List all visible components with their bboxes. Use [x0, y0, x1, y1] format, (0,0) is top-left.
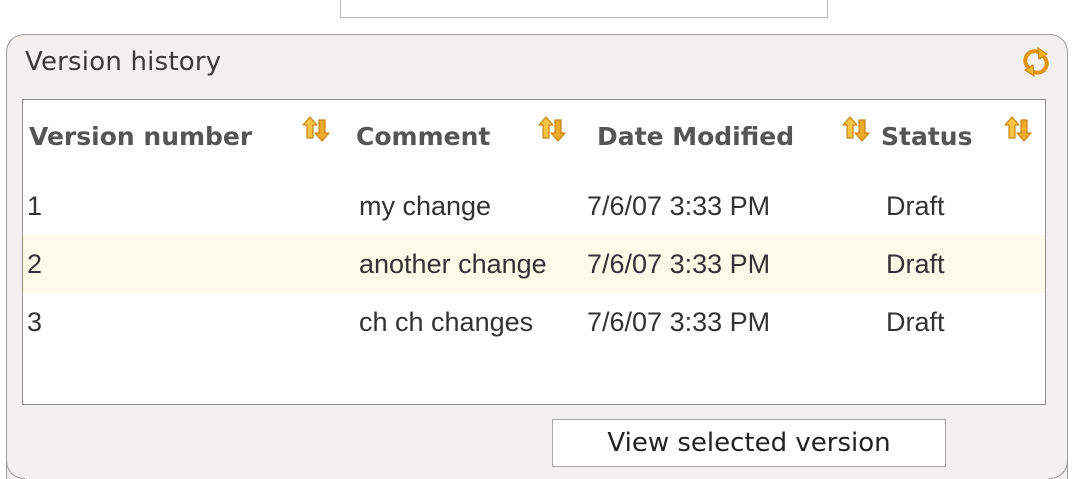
table-header-row: Version number Comment Date Modified Sta…	[23, 100, 1045, 172]
date-modified-cell: 7/6/07 3:33 PM	[587, 191, 771, 221]
version-number-cell: 2	[27, 249, 43, 279]
table-row[interactable]: 1 my change 7/6/07 3:33 PM Draft	[23, 177, 1045, 235]
top-input-field[interactable]	[340, 0, 828, 18]
sort-icon[interactable]	[841, 114, 871, 144]
version-number-cell: 3	[27, 307, 43, 337]
table-row[interactable]: 3 ch ch changes 7/6/07 3:33 PM Draft	[23, 293, 1045, 351]
sort-icon[interactable]	[537, 114, 567, 144]
comment-cell: my change	[359, 191, 492, 221]
version-history-panel: Version history Version number Comment D…	[6, 34, 1068, 479]
column-header-date-modified[interactable]: Date Modified	[597, 122, 794, 151]
version-table: Version number Comment Date Modified Sta…	[22, 99, 1046, 405]
status-cell: Draft	[886, 307, 945, 337]
view-selected-version-button[interactable]: View selected version	[552, 419, 946, 467]
date-modified-cell: 7/6/07 3:33 PM	[587, 249, 771, 279]
column-header-status[interactable]: Status	[881, 122, 972, 151]
panel-title: Version history	[25, 47, 222, 77]
column-header-version-number[interactable]: Version number	[29, 122, 252, 151]
table-row[interactable]: 2 another change 7/6/07 3:33 PM Draft	[23, 235, 1045, 293]
sort-icon[interactable]	[301, 114, 331, 144]
status-cell: Draft	[886, 249, 945, 279]
status-cell: Draft	[886, 191, 945, 221]
refresh-icon[interactable]	[1019, 45, 1053, 79]
comment-cell: ch ch changes	[359, 307, 534, 337]
column-header-comment[interactable]: Comment	[356, 122, 490, 151]
sort-icon[interactable]	[1003, 114, 1033, 144]
comment-cell: another change	[359, 249, 547, 279]
version-number-cell: 1	[27, 191, 43, 221]
date-modified-cell: 7/6/07 3:33 PM	[587, 307, 771, 337]
